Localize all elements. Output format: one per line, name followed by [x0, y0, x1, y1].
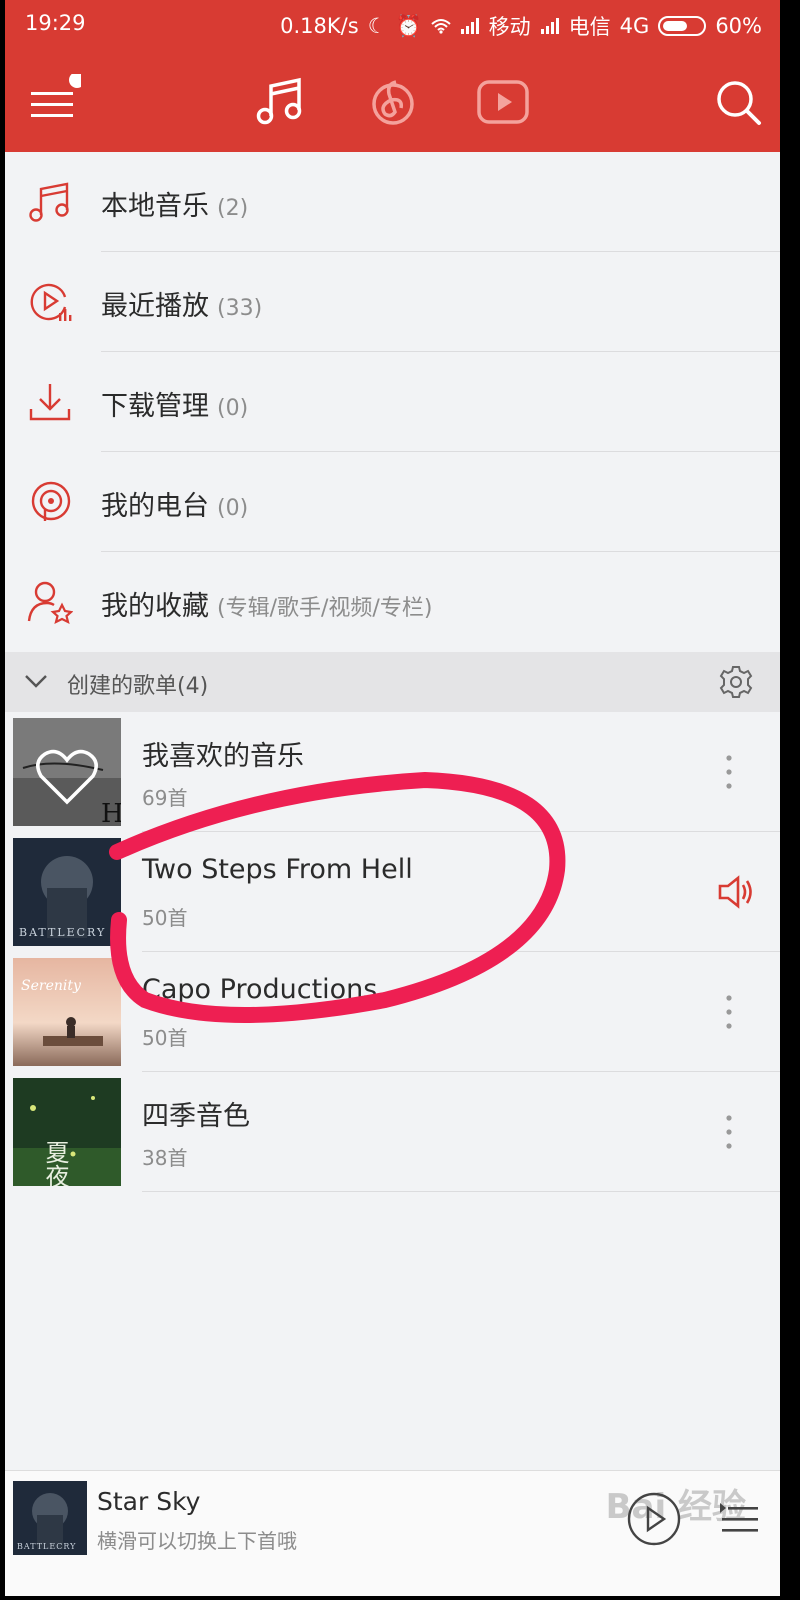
moon-icon: ☾: [367, 14, 387, 38]
wifi-icon: [431, 19, 451, 34]
download-icon: [29, 384, 71, 421]
playlist-item[interactable]: 夏夜 四季音色 38首: [5, 1072, 780, 1192]
playlist-cover-image: 夏夜: [13, 1078, 121, 1186]
now-playing-hint: 横滑可以切换上下首哦: [97, 1529, 297, 1553]
playlist-count: 50首: [142, 1026, 188, 1050]
carrier-2: 电信: [568, 15, 611, 39]
cover-text: Serenity: [21, 978, 82, 994]
radio-icon: [31, 481, 71, 521]
playlist-cover-image: Serenity: [13, 958, 121, 1066]
menu-label-text: 本地音乐: [101, 191, 209, 222]
alarm-icon: ⏰: [395, 13, 422, 38]
video-play-icon[interactable]: [475, 74, 531, 130]
search-icon[interactable]: [710, 74, 766, 130]
favorite-user-icon: [27, 581, 73, 625]
playlist-name: Capo Productions: [142, 974, 378, 1005]
playlist-name: 四季音色: [142, 1101, 250, 1132]
speaker-playing-icon: [718, 875, 752, 909]
cover-text: BATTLECRY: [17, 1542, 76, 1551]
playlist-item[interactable]: BATTLECRY Two Steps From Hell 50首: [5, 832, 780, 952]
more-options-icon[interactable]: [722, 992, 736, 1032]
section-title: 创建的歌单(4): [67, 674, 209, 699]
cover-text: 夏夜: [41, 1140, 69, 1186]
menu-item-recent-play[interactable]: 最近播放 (33): [5, 252, 780, 352]
battery-icon: [658, 16, 707, 36]
menu-item-count: (0): [217, 396, 249, 421]
menu-item-downloads[interactable]: 下载管理 (0): [5, 352, 780, 452]
playlist-name: 我喜欢的音乐: [142, 741, 304, 772]
playlist-item[interactable]: Serenity Capo Productions 50首: [5, 952, 780, 1072]
playlist-name: Two Steps From Hell: [142, 854, 413, 885]
netease-logo-icon[interactable]: [365, 74, 421, 130]
menu-item-count: (2): [217, 196, 249, 221]
network-speed: 0.18K/s: [280, 14, 359, 38]
menu-label-text: 下载管理: [101, 391, 209, 422]
more-options-icon[interactable]: [722, 752, 736, 792]
menu-item-label: 下载管理 (0): [101, 384, 248, 423]
carrier-1: 移动: [488, 15, 531, 39]
now-playing-title: Star Sky: [97, 1487, 201, 1516]
mini-player[interactable]: BATTLECRY Star Sky 横滑可以切换上下首哦 Bai 经验: [5, 1470, 780, 1596]
more-options-icon[interactable]: [722, 1112, 736, 1152]
now-playing-cover-image: BATTLECRY: [13, 1481, 87, 1555]
menu-item-label: 我的电台 (0): [101, 484, 248, 523]
status-time: 19:29: [25, 11, 86, 35]
status-right: 0.18K/s ☾ ⏰ 移动 电信 4G 60%: [280, 11, 762, 41]
menu-item-count: (专辑/歌手/视频/专栏): [217, 596, 433, 621]
playlist-queue-icon[interactable]: [718, 1499, 760, 1539]
app-screen: 19:29 0.18K/s ☾ ⏰ 移动 电信 4G 60% 本地音乐 (2) …: [5, 0, 780, 1596]
gear-icon[interactable]: [718, 664, 754, 700]
battery-level: 60%: [715, 14, 762, 38]
chevron-down-icon[interactable]: [23, 668, 49, 694]
playlist-item[interactable]: H 我喜欢的音乐 69首: [5, 712, 780, 832]
created-playlists-header[interactable]: 创建的歌单(4): [5, 652, 780, 712]
menu-label-text: 我的电台: [101, 491, 209, 522]
playlist-cover-image: BATTLECRY: [13, 838, 121, 946]
network-type: 4G: [619, 14, 650, 38]
menu-label-text: 最近播放: [101, 291, 209, 322]
header-nav: [5, 60, 780, 144]
signal-icon: [460, 18, 479, 34]
cover-text: BATTLECRY: [19, 926, 106, 939]
menu-item-favorites[interactable]: 我的收藏 (专辑/歌手/视频/专栏): [5, 552, 780, 652]
cover-text: H: [101, 799, 121, 826]
heart-icon: [36, 749, 98, 805]
menu-icon[interactable]: [25, 74, 81, 130]
menu-item-count: (0): [217, 496, 249, 521]
top-bar: 19:29 0.18K/s ☾ ⏰ 移动 电信 4G 60%: [5, 0, 780, 152]
menu-item-label: 本地音乐 (2): [101, 184, 248, 223]
status-bar: 19:29 0.18K/s ☾ ⏰ 移动 电信 4G 60%: [5, 0, 780, 50]
playlist-count: 38首: [142, 1146, 188, 1170]
play-icon[interactable]: [626, 1491, 682, 1547]
menu-item-label: 我的收藏 (专辑/歌手/视频/专栏): [101, 584, 432, 623]
music-note-icon: [29, 182, 69, 222]
menu-item-radio[interactable]: 我的电台 (0): [5, 452, 780, 552]
menu-label-text: 我的收藏: [101, 591, 209, 622]
menu-item-count: (33): [217, 296, 263, 321]
menu-item-label: 最近播放 (33): [101, 284, 262, 323]
playlist-count: 50首: [142, 906, 188, 930]
menu-item-local-music[interactable]: 本地音乐 (2): [5, 152, 780, 252]
divider: [142, 1191, 780, 1192]
signal-icon: [540, 18, 559, 34]
recent-play-icon: [30, 283, 72, 321]
music-note-icon[interactable]: [253, 74, 309, 130]
playlist-count: 69首: [142, 786, 188, 810]
